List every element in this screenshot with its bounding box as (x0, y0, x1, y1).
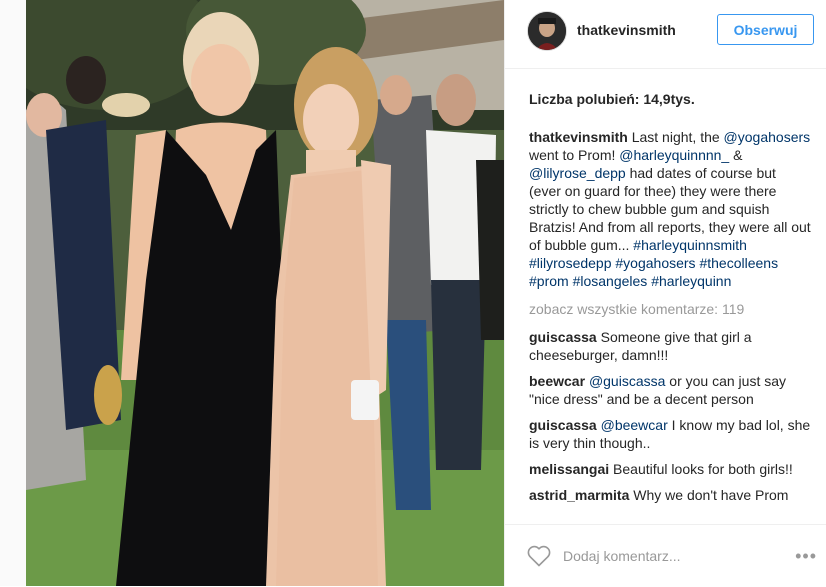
add-comment-input[interactable]: Dodaj komentarz... (563, 548, 681, 564)
comment-text: & (729, 147, 743, 163)
mention-link[interactable]: @harleyquinnnn_ (619, 147, 729, 163)
mention-link[interactable]: @yogahosers (724, 129, 811, 145)
ellipsis-icon[interactable]: ••• (795, 547, 817, 565)
view-all-comments-link[interactable]: zobacz wszystkie komentarze: 119 (529, 300, 811, 318)
post-photo[interactable] (26, 0, 504, 586)
username-link[interactable]: thatkevinsmith (577, 22, 676, 38)
mention-link[interactable]: @guiscassa (589, 373, 665, 389)
comment-item: melissangai Beautiful looks for both gir… (529, 460, 811, 478)
comment-text: went to Prom! (529, 147, 620, 163)
post-footer: Dodaj komentarz... ••• (505, 524, 826, 587)
comment-username[interactable]: astrid_marmita (529, 487, 629, 503)
avatar-image (528, 12, 566, 50)
comment-username[interactable]: guiscassa (529, 329, 597, 345)
comment-item: guiscassa @beewcar I know my bad lol, sh… (529, 416, 811, 452)
comments-list[interactable]: thatkevinsmith Last night, the @yogahose… (529, 128, 811, 524)
avatar[interactable] (527, 11, 567, 51)
post-header: thatkevinsmith Obserwuj (505, 0, 826, 69)
caption: thatkevinsmith Last night, the @yogahose… (529, 128, 811, 290)
heart-icon[interactable] (527, 545, 551, 567)
photo-illustration (26, 0, 504, 586)
comment-text: Why we don't have Prom (633, 487, 789, 503)
mention-link[interactable]: @beewcar (601, 417, 668, 433)
mention-link[interactable]: #lilyrosedepp (529, 255, 612, 271)
mention-link[interactable]: #thecolleens (699, 255, 778, 271)
post-sidebar: thatkevinsmith Obserwuj Liczba polubień:… (504, 0, 826, 586)
caption-text: Last night, the @yogahosers went to Prom… (529, 129, 811, 289)
mention-link[interactable]: #losangeles (573, 273, 648, 289)
comment-item: beewcar @guiscassa or you can just say "… (529, 372, 811, 408)
comment-text: Beautiful looks for both girls!! (613, 461, 793, 477)
mention-link[interactable]: #harleyquinn (651, 273, 731, 289)
comment-item: astrid_marmita Why we don't have Prom (529, 486, 811, 504)
comment-username[interactable]: melissangai (529, 461, 609, 477)
mention-link[interactable]: #harleyquinnsmith (633, 237, 747, 253)
mention-link[interactable]: #prom (529, 273, 569, 289)
comment-username[interactable]: guiscassa (529, 417, 597, 433)
comment-text: Last night, the (631, 129, 724, 145)
post-modal: thatkevinsmith Obserwuj Liczba polubień:… (0, 0, 826, 586)
follow-button[interactable]: Obserwuj (717, 14, 814, 45)
mention-link[interactable]: @lilyrose_depp (529, 165, 626, 181)
mention-link[interactable]: #yogahosers (615, 255, 695, 271)
likes-count[interactable]: Liczba polubień: 14,9tys. (529, 91, 695, 107)
comment-item: guiscassa Someone give that girl a chees… (529, 328, 811, 364)
comment-items: guiscassa Someone give that girl a chees… (529, 328, 811, 504)
caption-username[interactable]: thatkevinsmith (529, 129, 628, 145)
comment-username[interactable]: beewcar (529, 373, 585, 389)
